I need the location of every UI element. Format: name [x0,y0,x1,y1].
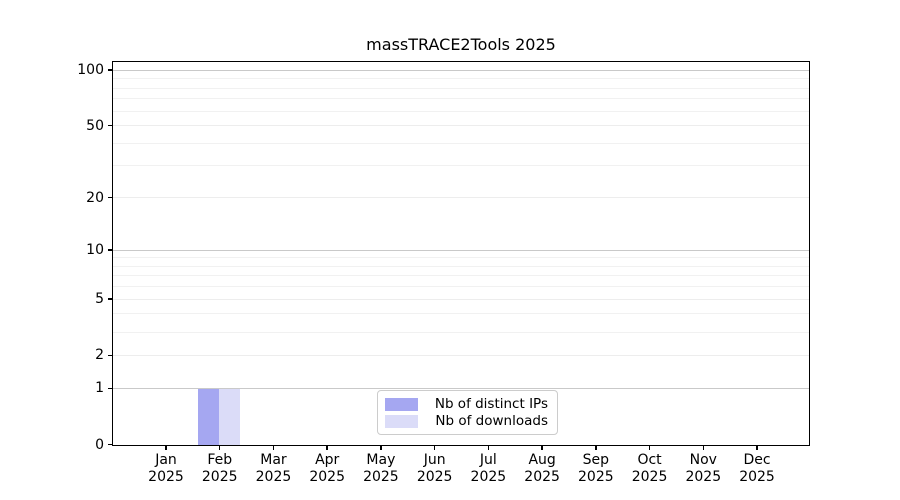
gridline-y-10 [113,250,809,251]
x-tick-mark [595,446,597,450]
x-tick-mark [434,446,436,450]
gridline-y-3 [113,332,809,333]
gridline-y-100 [113,70,809,71]
y-tick-mark [108,444,113,446]
gridline-y-5 [113,299,809,300]
chart-title: massTRACE2Tools 2025 [112,36,810,54]
gridline-y-40 [113,143,809,144]
y-tick-mark [108,125,113,127]
y-tick-mark [108,249,113,251]
y-tick-mark [108,355,113,357]
x-tick-mark [649,446,651,450]
x-tick-mark [273,446,275,450]
x-tick-label-dec: Dec 2025 [725,452,789,486]
legend-swatch-downloads-icon [385,415,418,428]
y-tick-label-10: 10 [40,242,104,258]
gridline-y-80 [113,88,809,89]
legend: Nb of distinct IPs Nb of downloads [377,390,558,435]
gridline-y-50 [113,125,809,126]
y-tick-mark [108,69,113,71]
y-tick-mark [108,197,113,199]
y-tick-label-50: 50 [40,118,104,134]
chart-figure: massTRACE2Tools 2025 0125102050100 Jan 2… [0,0,900,500]
x-tick-mark [756,446,758,450]
x-tick-mark [703,446,705,450]
gridline-y-4 [113,313,809,314]
y-tick-label-2: 2 [40,347,104,363]
legend-item-distinct-ips: Nb of distinct IPs [385,397,548,411]
y-tick-label-100: 100 [40,62,104,78]
gridline-y-9 [113,257,809,258]
gridline-y-8 [113,266,809,267]
gridline-y-60 [113,111,809,112]
gridline-y-7 [113,275,809,276]
legend-label-distinct-ips: Nb of distinct IPs [427,397,548,411]
gridline-y-70 [113,98,809,99]
y-tick-label-1: 1 [40,380,104,396]
bar-feb-series-1 [219,389,240,445]
x-tick-mark [326,446,328,450]
x-tick-mark [488,446,490,450]
y-tick-mark [108,388,113,390]
y-tick-label-0: 0 [40,437,104,453]
x-tick-mark [380,446,382,450]
gridline-y-6 [113,286,809,287]
x-tick-mark [541,446,543,450]
legend-item-downloads: Nb of downloads [385,414,548,428]
y-tick-label-5: 5 [40,291,104,307]
gridline-y-2 [113,355,809,356]
x-tick-mark [165,446,167,450]
gridline-y-30 [113,165,809,166]
legend-swatch-distinct-ips-icon [385,398,418,411]
y-tick-label-20: 20 [40,190,104,206]
y-tick-mark [108,298,113,300]
legend-label-downloads: Nb of downloads [427,414,548,428]
x-tick-mark [219,446,221,450]
gridline-y-20 [113,197,809,198]
bar-feb-series-0 [198,389,219,445]
gridline-y-90 [113,78,809,79]
plot-area [112,61,810,446]
